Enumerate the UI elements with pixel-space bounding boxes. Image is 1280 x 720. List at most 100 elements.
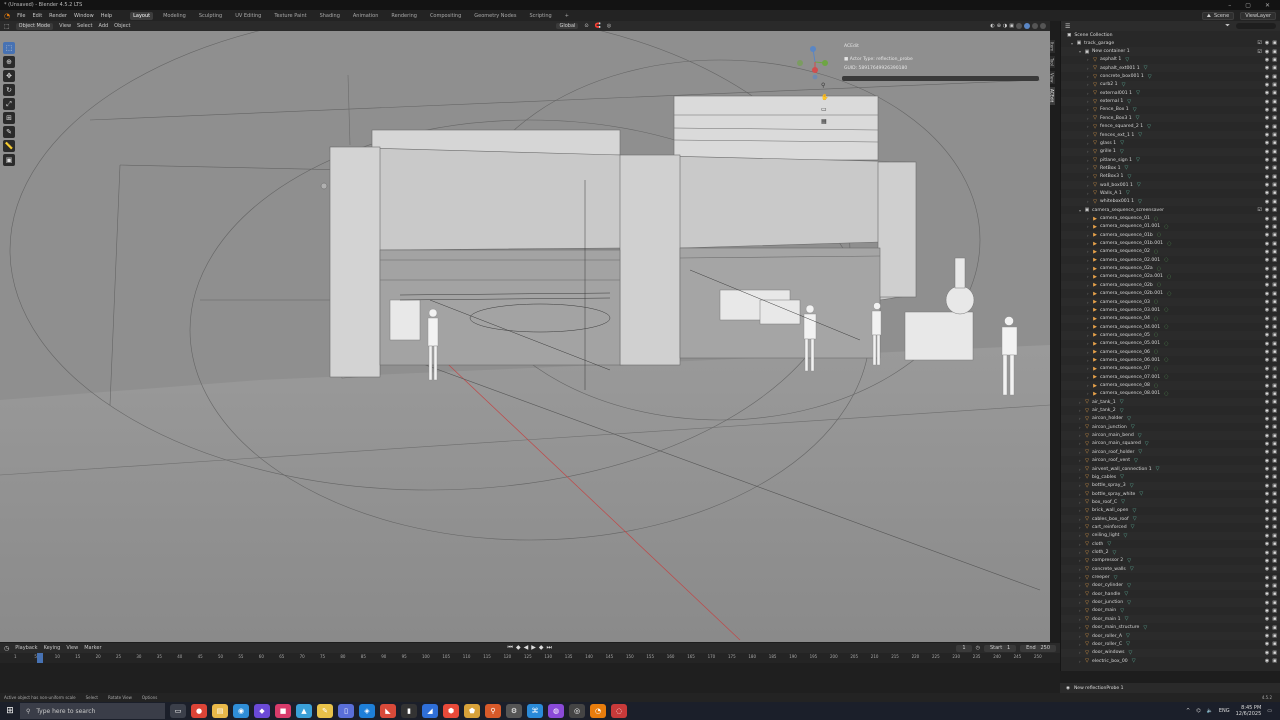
outliner-row[interactable]: › ▽ aircon_junction ▽ ◉ ▣ <box>1061 423 1280 431</box>
app7-icon[interactable]: ✎ <box>317 704 333 718</box>
windows-start-icon[interactable]: ⊞ <box>0 702 20 720</box>
visibility-eye-icon[interactable]: ◉ <box>1265 466 1269 472</box>
render-toggle-icon[interactable]: ▣ <box>1272 625 1277 631</box>
visibility-eye-icon[interactable]: ◉ <box>1265 633 1269 639</box>
notifications-icon[interactable]: ▭ <box>1267 708 1272 714</box>
tab-animation[interactable]: Animation <box>350 12 382 20</box>
render-toggle-icon[interactable]: ▣ <box>1272 533 1277 539</box>
outliner-row[interactable]: › ▶ camera_sequence_01b ◌ ◉ ▣ <box>1061 231 1280 240</box>
visibility-eye-icon[interactable]: ◉ <box>1265 182 1269 188</box>
wireframe-shading-icon[interactable] <box>1016 23 1022 29</box>
render-toggle-icon[interactable]: ▣ <box>1272 483 1277 489</box>
visibility-eye-icon[interactable]: ◉ <box>1265 316 1269 322</box>
viewport-menu-object[interactable]: Object <box>114 23 130 29</box>
render-toggle-icon[interactable]: ▣ <box>1272 140 1277 146</box>
transform-tool-icon[interactable]: ⊞ <box>3 112 15 124</box>
scale-tool-icon[interactable]: ⤢ <box>3 98 15 110</box>
outliner-row[interactable]: › ▽ Fence_Box3 1 ▽ ◉ ▣ <box>1061 114 1280 123</box>
jump-start-icon[interactable]: ⏮ <box>508 644 513 652</box>
exclude-checkbox-icon[interactable]: ☑ <box>1257 40 1261 46</box>
camera-view-icon[interactable]: ▭ <box>821 106 827 113</box>
render-toggle-icon[interactable]: ▣ <box>1272 307 1277 313</box>
outliner-row[interactable]: › ▽ big_cables ▽ ◉ ▣ <box>1061 473 1280 481</box>
settings-icon[interactable]: ⚙ <box>506 704 522 718</box>
visibility-eye-icon[interactable]: ◉ <box>1265 324 1269 330</box>
visibility-eye-icon[interactable]: ◉ <box>1265 274 1269 280</box>
visibility-eye-icon[interactable]: ◉ <box>1265 524 1269 530</box>
visibility-eye-icon[interactable]: ◉ <box>1265 591 1269 597</box>
visibility-eye-icon[interactable]: ◉ <box>1265 165 1269 171</box>
render-toggle-icon[interactable]: ▣ <box>1272 458 1277 464</box>
orientation-dropdown[interactable]: Global <box>556 23 579 29</box>
render-toggle-icon[interactable]: ▣ <box>1272 274 1277 280</box>
outliner-search-input[interactable] <box>1236 23 1276 29</box>
render-toggle-icon[interactable]: ▣ <box>1272 299 1277 305</box>
render-toggle-icon[interactable]: ▣ <box>1272 550 1277 556</box>
visibility-eye-icon[interactable]: ◉ <box>1265 408 1269 414</box>
tab-sculpting[interactable]: Sculpting <box>196 12 225 20</box>
render-toggle-icon[interactable]: ▣ <box>1272 332 1277 338</box>
visibility-eye-icon[interactable]: ◉ <box>1265 332 1269 338</box>
visibility-eye-icon[interactable]: ◉ <box>1265 533 1269 539</box>
render-toggle-icon[interactable]: ▣ <box>1272 616 1277 622</box>
outliner-row[interactable]: › ▽ whitebox001 1 ▽ ◉ ▣ <box>1061 197 1280 206</box>
render-toggle-icon[interactable]: ▣ <box>1272 241 1277 247</box>
render-toggle-icon[interactable]: ▣ <box>1272 566 1277 572</box>
tab-shading[interactable]: Shading <box>317 12 343 20</box>
current-frame-field[interactable]: 1 <box>956 644 972 652</box>
outliner-row[interactable]: › ▽ cables_box_roof ▽ ◉ ▣ <box>1061 514 1280 524</box>
outliner-row[interactable]: › ▽ aircon_main_bend ▽ ◉ ▣ <box>1061 431 1280 440</box>
outliner-row[interactable]: › ▽ air_tank_2 ▽ ◉ ▣ <box>1061 406 1280 414</box>
visibility-eye-icon[interactable]: ◉ <box>1265 249 1269 255</box>
render-toggle-icon[interactable]: ▣ <box>1272 341 1277 347</box>
visibility-eye-icon[interactable]: ◉ <box>1265 441 1269 447</box>
outliner-row[interactable]: › ▽ glass 1 ▽ ◉ ▣ <box>1061 139 1280 147</box>
render-toggle-icon[interactable]: ▣ <box>1272 650 1277 656</box>
render-toggle-icon[interactable]: ▣ <box>1272 99 1277 105</box>
timeline-menu-marker[interactable]: Marker <box>84 645 101 651</box>
visibility-eye-icon[interactable]: ◉ <box>1265 608 1269 614</box>
visibility-eye-icon[interactable]: ◉ <box>1265 499 1269 505</box>
render-toggle-icon[interactable]: ▣ <box>1272 190 1277 196</box>
render-toggle-icon[interactable]: ▣ <box>1272 216 1277 222</box>
play-icon[interactable]: ▶ <box>531 644 536 652</box>
render-toggle-icon[interactable]: ▣ <box>1272 282 1277 288</box>
render-toggle-icon[interactable]: ▣ <box>1272 399 1277 405</box>
outliner-row[interactable]: › ▽ door_roller_A ▽ ◉ ▣ <box>1061 631 1280 641</box>
outliner-row[interactable]: › ▶ camera_sequence_02a ◌ ◉ ▣ <box>1061 264 1280 273</box>
outliner-editor-icon[interactable]: ☰ <box>1065 23 1070 30</box>
visibility-eye-icon[interactable]: ◉ <box>1265 74 1269 80</box>
outliner-row[interactable]: › ▽ asphalt 1 ▽ ◉ ▣ <box>1061 56 1280 64</box>
visibility-eye-icon[interactable]: ◉ <box>1265 383 1269 389</box>
outliner-row[interactable]: › ▶ camera_sequence_08.001 ◌ ◉ ▣ <box>1061 390 1280 398</box>
app5-icon[interactable]: ■ <box>275 704 291 718</box>
outliner-row[interactable]: › ▶ camera_sequence_02.001 ◌ ◉ ▣ <box>1061 256 1280 264</box>
render-toggle-icon[interactable]: ▣ <box>1272 466 1277 472</box>
visibility-eye-icon[interactable]: ◉ <box>1265 391 1269 397</box>
render-toggle-icon[interactable]: ▣ <box>1272 491 1277 497</box>
visibility-eye-icon[interactable]: ◉ <box>1265 600 1269 606</box>
outliner-row[interactable]: › ▶ camera_sequence_02b ◌ ◉ ▣ <box>1061 281 1280 290</box>
edge-icon[interactable]: ◉ <box>233 704 249 718</box>
render-toggle-icon[interactable]: ▣ <box>1272 199 1277 205</box>
visibility-eye-icon[interactable]: ◉ <box>1265 82 1269 88</box>
outliner-row[interactable]: › ▽ door_cylinder ▽ ◉ ▣ <box>1061 581 1280 591</box>
outliner-row[interactable]: › ▽ pitlane_sign 1 ▽ ◉ ▣ <box>1061 156 1280 164</box>
visibility-eye-icon[interactable]: ◉ <box>1265 257 1269 263</box>
outliner-row[interactable]: › ▶ camera_sequence_05 ◌ ◉ ▣ <box>1061 331 1280 340</box>
render-toggle-icon[interactable]: ▣ <box>1272 224 1277 230</box>
timeline-body[interactable] <box>0 663 1060 693</box>
outliner-row[interactable]: › ▽ door_roller_C ▽ ◉ ▣ <box>1061 640 1280 648</box>
render-toggle-icon[interactable]: ▣ <box>1272 433 1277 439</box>
timeline-menu-keying[interactable]: Keying <box>44 645 61 651</box>
visibility-eye-icon[interactable]: ◉ <box>1265 625 1269 631</box>
render-toggle-icon[interactable]: ▣ <box>1272 266 1277 272</box>
perspective-toggle-icon[interactable]: ▦ <box>821 118 827 125</box>
outliner-row[interactable]: › ▶ camera_sequence_03 ◌ ◉ ▣ <box>1061 297 1280 307</box>
render-toggle-icon[interactable]: ▣ <box>1272 49 1277 55</box>
visibility-eye-icon[interactable]: ◉ <box>1265 115 1269 121</box>
viewport-menu-view[interactable]: View <box>59 23 71 29</box>
scene-collection-row[interactable]: ▣ Scene Collection <box>1061 31 1280 39</box>
scene-selector[interactable]: ⛰ Scene <box>1201 11 1235 20</box>
outliner-row[interactable]: › ▽ wall_box001 1 ▽ ◉ ▣ <box>1061 180 1280 190</box>
